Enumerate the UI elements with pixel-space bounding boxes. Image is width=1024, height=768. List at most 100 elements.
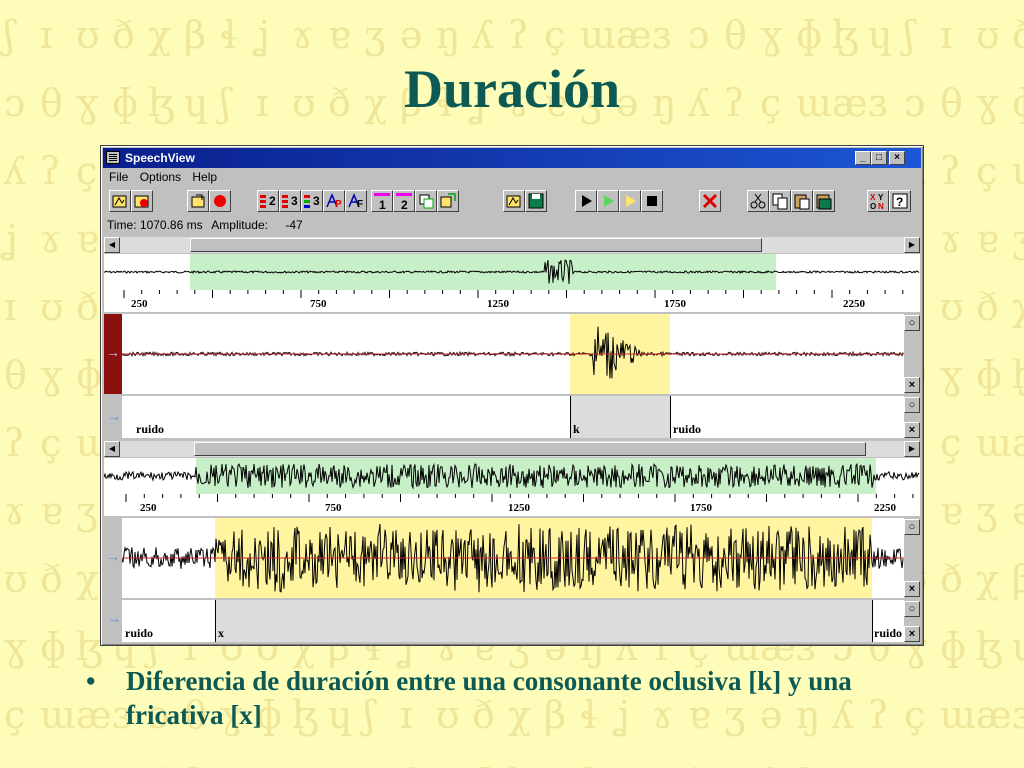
app-icon	[106, 151, 120, 164]
svg-text:χ: χ	[724, 761, 747, 768]
open-file-icon[interactable]	[109, 190, 131, 212]
svg-text:ɮ: ɮ	[1012, 353, 1024, 397]
window-titlebar[interactable]: SpeechView _ □ ×	[103, 148, 921, 168]
help-icon[interactable]: ?	[889, 190, 911, 212]
tier-options-button[interactable]: ○	[904, 601, 920, 617]
copy-region-icon[interactable]	[415, 190, 437, 212]
channel-options-button[interactable]: ○	[904, 519, 920, 535]
svg-text:ɮ: ɮ	[508, 761, 535, 768]
menu-options[interactable]: Options	[140, 170, 181, 184]
tier-options-button[interactable]: ○	[904, 397, 920, 413]
play-to-end-icon[interactable]	[619, 190, 641, 212]
svg-text:ɸ: ɸ	[76, 353, 102, 397]
marker-one-icon[interactable]: 1	[371, 190, 393, 212]
lower-overview-panel[interactable]	[103, 458, 920, 494]
close-button[interactable]: ×	[889, 151, 905, 165]
pitch-icon[interactable]: P	[323, 190, 345, 212]
three-channel-icon[interactable]: 3	[279, 190, 301, 212]
channel-options-button[interactable]: ○	[904, 315, 920, 331]
scroll-right-arrow[interactable]: ▶	[904, 441, 920, 457]
toolbar: 2 3 3 P F 1 2 X Y O N ?	[105, 188, 919, 216]
channel-close-button[interactable]: ×	[904, 581, 920, 597]
scrollbar-thumb[interactable]	[194, 442, 866, 456]
svg-text:ɐ: ɐ	[40, 489, 63, 533]
tick-label: 750	[325, 502, 342, 514]
channel-marker[interactable]: →	[104, 314, 122, 394]
lower-waveform-panel[interactable]	[121, 518, 904, 598]
paste-icon[interactable]	[791, 190, 813, 212]
upper-segmentation-tier[interactable]: ruido k ruido	[122, 396, 904, 438]
marker-two-icon[interactable]: 2	[393, 190, 415, 212]
svg-text:ʊ: ʊ	[976, 13, 1000, 57]
svg-text:F: F	[357, 199, 363, 210]
menu-file[interactable]: File	[109, 170, 128, 184]
svg-text:ɜ: ɜ	[328, 761, 347, 768]
svg-text:æ: æ	[616, 13, 652, 57]
tick-label: 1250	[487, 298, 509, 310]
svg-text:ɪ: ɪ	[616, 761, 628, 768]
svg-text:ə: ə	[976, 761, 999, 768]
svg-text:ɸ: ɸ	[472, 761, 498, 768]
minimize-button[interactable]: _	[855, 151, 871, 165]
svg-text:X: X	[870, 193, 876, 202]
copy-icon[interactable]	[769, 190, 791, 212]
svg-text:χ: χ	[148, 13, 171, 57]
record-icon[interactable]	[209, 190, 231, 212]
svg-text:ɤ: ɤ	[40, 217, 61, 261]
lower-scrollbar[interactable]: ◀ ▶	[104, 441, 920, 457]
svg-text:O: O	[870, 202, 876, 211]
svg-text:θ: θ	[400, 761, 423, 768]
scroll-left-arrow[interactable]: ◀	[104, 441, 120, 457]
two-channel-icon[interactable]: 2	[257, 190, 279, 212]
upper-time-axis: 250 750 1250 1750 2250	[104, 290, 939, 312]
toggle-on-off-icon[interactable]: XYON	[867, 190, 889, 212]
play-selection-icon[interactable]	[597, 190, 619, 212]
record-file-icon[interactable]	[131, 190, 153, 212]
export-icon[interactable]	[187, 190, 209, 212]
segment-label: ruido	[673, 422, 702, 436]
three-color-channel-icon[interactable]: 3	[301, 190, 323, 212]
upper-waveform-panel[interactable]	[121, 314, 904, 394]
svg-text:ʔ: ʔ	[4, 421, 24, 465]
upper-waveform	[121, 314, 904, 394]
upper-overview-waveform	[103, 254, 920, 290]
svg-text:æ: æ	[292, 761, 328, 768]
window-title: SpeechView	[125, 151, 195, 165]
channel-marker[interactable]: →	[104, 518, 122, 598]
lower-segmentation-tier[interactable]: ruido x ruido	[122, 600, 904, 642]
open-wave-icon[interactable]	[503, 190, 525, 212]
svg-text:ɣ: ɣ	[436, 761, 459, 768]
upper-overview-panel[interactable]	[103, 254, 920, 290]
stop-icon[interactable]	[641, 190, 663, 212]
svg-text:ɮ: ɮ	[76, 625, 103, 669]
scroll-right-arrow[interactable]: ▶	[904, 237, 920, 253]
svg-text:ʒ: ʒ	[1012, 217, 1024, 261]
svg-text:ɔ: ɔ	[688, 13, 709, 57]
upper-scrollbar[interactable]: ◀ ▶	[104, 237, 920, 253]
play-icon[interactable]	[575, 190, 597, 212]
maximize-button[interactable]: □	[871, 151, 887, 165]
paste-region-icon[interactable]	[437, 190, 459, 212]
tier-close-button[interactable]: ×	[904, 422, 920, 438]
clipboard-icon[interactable]	[813, 190, 835, 212]
tier-close-button[interactable]: ×	[904, 626, 920, 642]
scrollbar-thumb[interactable]	[190, 238, 762, 252]
svg-text:ɸ: ɸ	[40, 625, 66, 669]
svg-text:θ: θ	[4, 353, 27, 397]
channel-close-button[interactable]: ×	[904, 377, 920, 393]
menu-help[interactable]: Help	[192, 170, 217, 184]
svg-text:ɤ: ɤ	[4, 489, 25, 533]
cut-icon[interactable]	[747, 190, 769, 212]
formant-icon[interactable]: F	[345, 190, 367, 212]
svg-text:ɐ: ɐ	[328, 13, 351, 57]
svg-text:ɣ: ɣ	[40, 353, 63, 397]
svg-text:ɯ: ɯ	[580, 13, 616, 57]
scroll-left-arrow[interactable]: ◀	[104, 237, 120, 253]
svg-text:ɪ: ɪ	[4, 285, 16, 329]
save-wave-icon[interactable]	[525, 190, 547, 212]
delete-icon[interactable]	[699, 190, 721, 212]
svg-text:ɬ: ɬ	[220, 13, 237, 57]
svg-text:ʒ: ʒ	[76, 489, 97, 533]
svg-text:ʎ: ʎ	[147, 761, 170, 768]
tick-label: 1250	[508, 502, 530, 514]
